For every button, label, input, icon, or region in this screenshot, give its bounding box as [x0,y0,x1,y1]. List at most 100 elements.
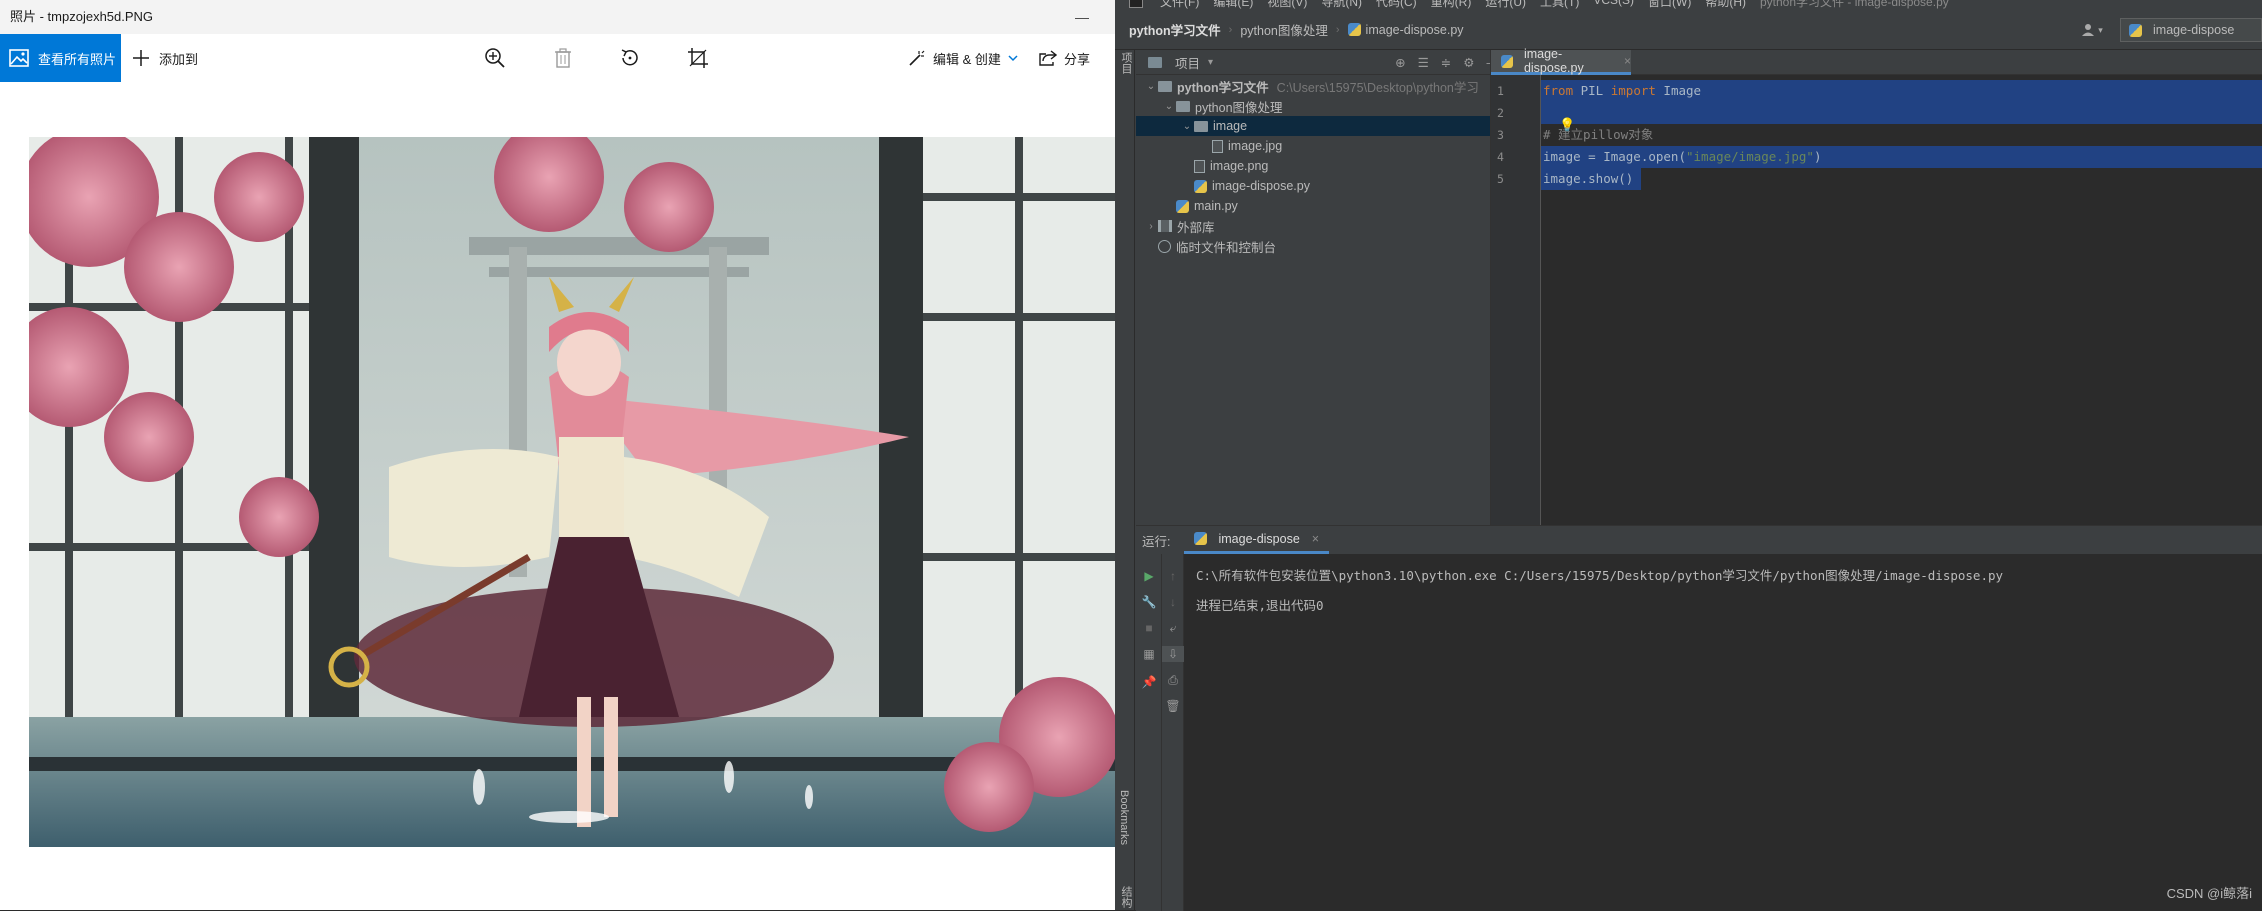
see-all-photos-button[interactable]: 查看所有照片 [0,34,121,82]
python-file-icon [1347,23,1361,36]
edit-wand-icon [909,50,925,66]
code-token: ) [1813,149,1822,164]
lightbulb-icon[interactable]: 💡 [1559,117,1575,133]
collapse-all-icon[interactable]: ≑ [1441,55,1451,70]
tree-item[interactable]: image-dispose.py [1136,176,1505,196]
menu-item[interactable]: 代码(C) [1376,0,1417,10]
tree-item[interactable]: image.png [1136,156,1505,176]
photo-image[interactable] [29,137,1115,847]
share-button[interactable]: 分享 [1039,34,1090,82]
scroll-to-end-icon[interactable]: ⇩ [1162,646,1184,662]
tree-item[interactable]: › 外部库 [1136,216,1505,236]
close-icon[interactable]: × [1624,54,1631,68]
code-line[interactable]: image.show() [1543,168,1633,190]
chevron-down-icon[interactable]: ⌄ [1162,101,1176,112]
project-panel: 项目 ▾ ⊕ ☰ ≑ ⚙ — ⌄python学习文件C:\Users\15975… [1136,50,1505,575]
share-icon [1039,50,1057,66]
code-token: from [1543,83,1574,98]
arrow-up-icon[interactable]: ↑ [1162,568,1184,584]
close-icon[interactable]: × [1312,532,1319,546]
python-file-icon [1501,54,1513,68]
project-panel-header: 项目 ▾ ⊕ ☰ ≑ ⚙ — [1136,50,1505,75]
gear-icon[interactable]: ⚙ [1463,55,1474,70]
menu-item[interactable]: VCS(S) [1593,0,1634,10]
tree-item[interactable]: main.py [1136,196,1505,216]
code-line[interactable]: image = Image.open("image/image.jpg") [1543,146,1821,168]
tree-item[interactable]: ⌄ image [1136,116,1505,136]
edit-create-button[interactable]: 编辑 & 创建 [908,34,1018,82]
editor-tab-image-dispose[interactable]: image-dispose.py × [1491,47,1631,75]
user-account-icon[interactable]: ▾ [2074,18,2110,42]
chevron-down-icon[interactable]: ▾ [1208,57,1213,68]
breadcrumb-folder[interactable]: python图像处理 [1240,20,1328,39]
menu-item[interactable]: 帮助(H) [1705,0,1746,10]
tree-item[interactable]: ⌄ python学习文件 C:\Users\15975\Desktop\python… [1136,76,1505,96]
breadcrumb-file[interactable]: image-dispose.py [1366,23,1464,37]
python-file-icon [1176,199,1189,213]
minimize-button[interactable]: — [1067,0,1097,34]
bookmarks-tool-tab[interactable]: Bookmarks [1118,790,1130,845]
menu-item[interactable]: 重构(R) [1431,0,1472,10]
menu-item[interactable]: 工具(T) [1540,0,1579,10]
line-number: 3 [1497,128,1504,142]
menu-item[interactable]: 视图(V) [1267,0,1307,10]
code-token: import [1610,83,1656,98]
tree-item-label: 外部库 [1177,220,1215,235]
menu-item[interactable]: 窗口(W) [1648,0,1691,10]
tree-item-path: C:\Users\15975\Desktop\python学习 [1276,80,1479,95]
python-file-icon [1194,179,1207,193]
rotate-icon[interactable] [618,46,642,70]
zoom-in-icon[interactable] [483,46,507,70]
photos-toolbar: 查看所有照片 添加到 编辑 & 创建 分享 [0,34,1115,82]
breadcrumb-project[interactable]: python学习文件 [1129,20,1221,39]
tree-item-label: main.py [1194,199,1238,213]
code-token: image.show() [1543,171,1634,186]
line-number: 5 [1497,172,1504,186]
delete-icon[interactable] [551,46,575,70]
tree-item-label: python学习文件 [1177,80,1269,95]
trash-icon[interactable]: 🗑 [1162,698,1184,714]
stop-icon[interactable]: ■ [1138,620,1160,636]
arrow-down-icon[interactable]: ↓ [1162,594,1184,610]
crop-icon[interactable] [686,46,710,70]
photos-window: 照片 - tmpzojexh5d.PNG — 查看所有照片 添加到 编辑 & 创… [0,0,1115,910]
code-token: image = Image.open( [1543,149,1686,164]
locate-file-icon[interactable]: ⊕ [1395,55,1405,70]
structure-tool-tab[interactable]: 结构 [1118,886,1134,908]
run-tab-image-dispose[interactable]: image-dispose × [1184,526,1330,554]
tree-item-label: image.jpg [1228,139,1283,153]
tree-item[interactable]: ⌄ python图像处理 [1136,96,1505,116]
ide-window: 文件(F) 编辑(E) 视图(V) 导航(N) 代码(C) 重构(R) 运行(U) 工具(T)… [1115,0,2262,911]
project-tool-tab[interactable]: 项目 [1118,52,1134,74]
ide-window-title: python学习文件 - image-dispose.py [1760,0,1949,9]
tree-item[interactable]: 临时文件和控制台 [1136,236,1505,256]
tree-item-label: python图像处理 [1195,100,1283,115]
line-number: 1 [1497,84,1504,98]
add-to-button[interactable]: 添加到 [132,34,198,82]
tree-item[interactable]: image.jpg [1136,136,1505,156]
pin-icon[interactable]: 📌 [1138,674,1160,690]
chevron-down-icon[interactable]: ⌄ [1144,81,1158,92]
rerun-icon[interactable]: ▶ [1138,568,1160,584]
wrench-icon[interactable]: 🔧 [1138,594,1160,610]
code-editor: image-dispose.py × from PIL import Image… [1490,47,2262,525]
run-configuration-select[interactable]: image-dispose [2120,18,2262,42]
menu-item[interactable]: 编辑(E) [1213,0,1253,10]
project-panel-title[interactable]: 项目 [1175,53,1200,72]
menu-item[interactable]: 导航(N) [1321,0,1362,10]
print-icon[interactable]: ⎙ [1162,672,1184,688]
expand-all-icon[interactable]: ☰ [1418,55,1429,70]
console-line: C:\所有软件包安装位置\python3.10\python.exe C:/Us… [1196,568,2004,583]
photos-titlebar: 照片 - tmpzojexh5d.PNG — [0,0,1115,34]
selection-highlight [1541,102,2262,124]
chevron-down-icon[interactable]: ⌄ [1180,121,1194,132]
chevron-right-icon[interactable]: › [1144,221,1158,232]
layout-icon[interactable]: ▦ [1138,646,1160,662]
image-file-icon [1212,139,1223,153]
menu-item[interactable]: 文件(F) [1160,0,1199,10]
menu-item[interactable]: 运行(U) [1485,0,1526,10]
soft-wrap-icon[interactable]: ⤶ [1162,620,1184,636]
editor-tab-label: image-dispose.py [1523,47,1584,75]
library-icon [1158,220,1172,232]
code-line[interactable]: from PIL import Image [1543,80,1701,102]
